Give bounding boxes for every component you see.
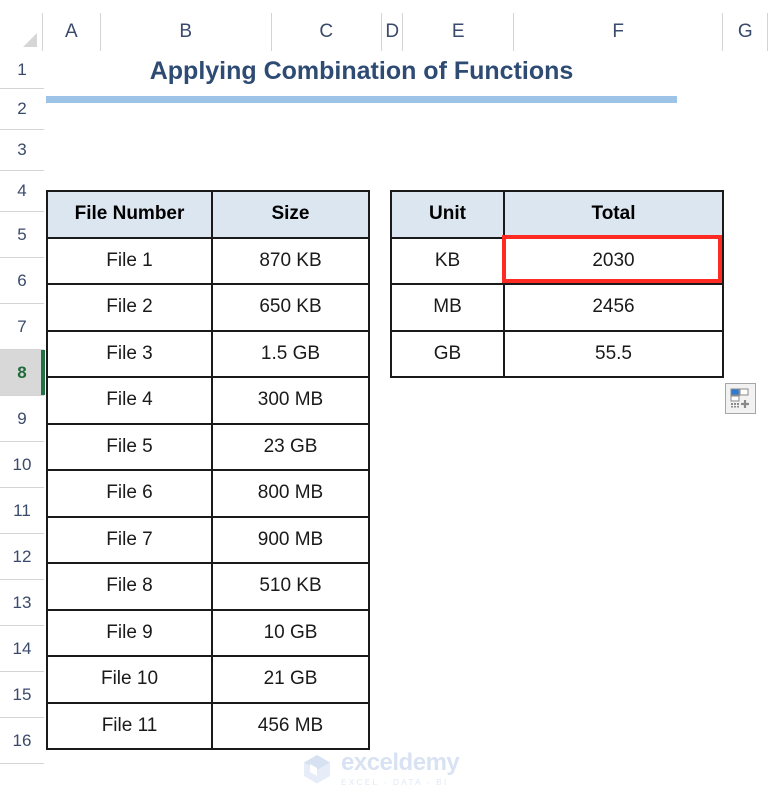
total-cell[interactable]: 55.5 <box>503 329 724 378</box>
file-number-cell[interactable]: File 1 <box>46 236 213 285</box>
row-header-2[interactable]: 2 <box>0 89 44 130</box>
file-number-cell[interactable]: File 6 <box>46 469 213 518</box>
file-size-cell[interactable]: 900 MB <box>211 515 370 564</box>
file-size-cell[interactable]: 510 KB <box>211 562 370 611</box>
exceldemy-watermark: exceldemy EXCEL - DATA - BI <box>300 748 470 790</box>
files-col-header-file-number: File Number <box>46 190 213 239</box>
row-header-11[interactable]: 11 <box>0 488 44 534</box>
row-header-6[interactable]: 6 <box>0 258 44 304</box>
table-row[interactable]: GB 55.5 <box>390 329 724 378</box>
row-header-15[interactable]: 15 <box>0 672 44 718</box>
totals-col-header-unit: Unit <box>390 190 505 239</box>
title-underline-rule <box>46 96 677 103</box>
file-number-cell[interactable]: File 7 <box>46 515 213 564</box>
row-header-5[interactable]: 5 <box>0 212 44 258</box>
column-header-a[interactable]: A <box>42 13 101 51</box>
row-header-4[interactable]: 4 <box>0 171 44 212</box>
unit-cell[interactable]: GB <box>390 329 505 378</box>
sheet-title-block: Applying Combination of Functions <box>46 57 677 103</box>
file-size-cell[interactable]: 650 KB <box>211 283 370 332</box>
column-header-b[interactable]: B <box>100 13 272 51</box>
files-table-header-row: File Number Size <box>46 190 370 239</box>
row-header-3[interactable]: 3 <box>0 130 44 171</box>
table-row[interactable]: MB 2456 <box>390 283 724 332</box>
page-title: Applying Combination of Functions <box>149 57 574 85</box>
total-cell[interactable]: 2456 <box>503 283 724 332</box>
file-size-cell[interactable]: 10 GB <box>211 608 370 657</box>
exceldemy-logo-icon <box>304 755 330 784</box>
row-header-7[interactable]: 7 <box>0 304 44 350</box>
table-row[interactable]: File 9 10 GB <box>46 608 370 657</box>
row-header-bar: 1 2 3 4 5 6 7 8 9 10 11 12 13 14 15 16 <box>0 51 45 764</box>
table-row[interactable]: KB 2030 <box>390 236 724 285</box>
table-row[interactable]: File 10 21 GB <box>46 655 370 704</box>
watermark-tagline: EXCEL - DATA - BI <box>341 777 449 788</box>
spreadsheet-canvas: ABCDEFG 1 2 3 4 5 6 7 8 9 10 11 12 13 14 15 16 Applying… <box>0 0 768 796</box>
row-header-14[interactable]: 14 <box>0 626 44 672</box>
file-number-cell[interactable]: File 9 <box>46 608 213 657</box>
file-number-cell[interactable]: File 11 <box>46 701 213 750</box>
select-all-triangle-icon <box>22 33 37 47</box>
row-header-13[interactable]: 13 <box>0 580 44 626</box>
table-row[interactable]: File 8 510 KB <box>46 562 370 611</box>
table-row[interactable]: File 2 650 KB <box>46 283 370 332</box>
table-row[interactable]: File 11 456 MB <box>46 701 370 750</box>
table-row[interactable]: File 4 300 MB <box>46 376 370 425</box>
file-number-cell[interactable]: File 3 <box>46 329 213 378</box>
table-row[interactable]: File 5 23 GB <box>46 422 370 471</box>
unit-cell[interactable]: MB <box>390 283 505 332</box>
file-number-cell[interactable]: File 10 <box>46 655 213 704</box>
file-size-cell[interactable]: 1.5 GB <box>211 329 370 378</box>
total-cell[interactable]: 2030 <box>503 236 724 285</box>
file-number-cell[interactable]: File 8 <box>46 562 213 611</box>
select-all-corner[interactable] <box>0 13 43 51</box>
column-header-e[interactable]: E <box>403 13 514 51</box>
file-number-cell[interactable]: File 4 <box>46 376 213 425</box>
files-table[interactable]: File Number Size File 1 870 KB File 2 650 K… <box>46 190 370 750</box>
column-header-g[interactable]: G <box>723 13 768 51</box>
table-row[interactable]: File 7 900 MB <box>46 515 370 564</box>
column-header-bar: ABCDEFG <box>0 13 768 51</box>
watermark-brand-name: exceldemy <box>341 749 460 777</box>
column-header-f[interactable]: F <box>513 13 724 51</box>
table-row[interactable]: File 6 800 MB <box>46 469 370 518</box>
file-size-cell[interactable]: 23 GB <box>211 422 370 471</box>
file-number-cell[interactable]: File 2 <box>46 283 213 332</box>
quick-analysis-icon <box>730 388 749 408</box>
row-header-12[interactable]: 12 <box>0 534 44 580</box>
row-header-10[interactable]: 10 <box>0 442 44 488</box>
row-header-1[interactable]: 1 <box>0 51 44 89</box>
totals-table-header-row: Unit Total <box>390 190 724 239</box>
totals-col-header-total: Total <box>503 190 724 239</box>
unit-cell[interactable]: KB <box>390 236 505 285</box>
quick-analysis-button[interactable] <box>725 383 756 414</box>
file-size-cell[interactable]: 456 MB <box>211 701 370 750</box>
column-header-c[interactable]: C <box>271 13 383 51</box>
table-row[interactable]: File 1 870 KB <box>46 236 370 285</box>
row-header-16[interactable]: 16 <box>0 718 44 764</box>
totals-table[interactable]: Unit Total KB 2030 MB 2456 GB 55.5 <box>390 190 724 378</box>
file-number-cell[interactable]: File 5 <box>46 422 213 471</box>
file-size-cell[interactable]: 870 KB <box>211 236 370 285</box>
file-size-cell[interactable]: 800 MB <box>211 469 370 518</box>
column-header-d[interactable]: D <box>382 13 404 51</box>
file-size-cell[interactable]: 300 MB <box>211 376 370 425</box>
file-size-cell[interactable]: 21 GB <box>211 655 370 704</box>
row-header-8[interactable]: 8 <box>0 350 45 396</box>
table-row[interactable]: File 3 1.5 GB <box>46 329 370 378</box>
row-header-9[interactable]: 9 <box>0 396 44 442</box>
files-col-header-size: Size <box>211 190 370 239</box>
